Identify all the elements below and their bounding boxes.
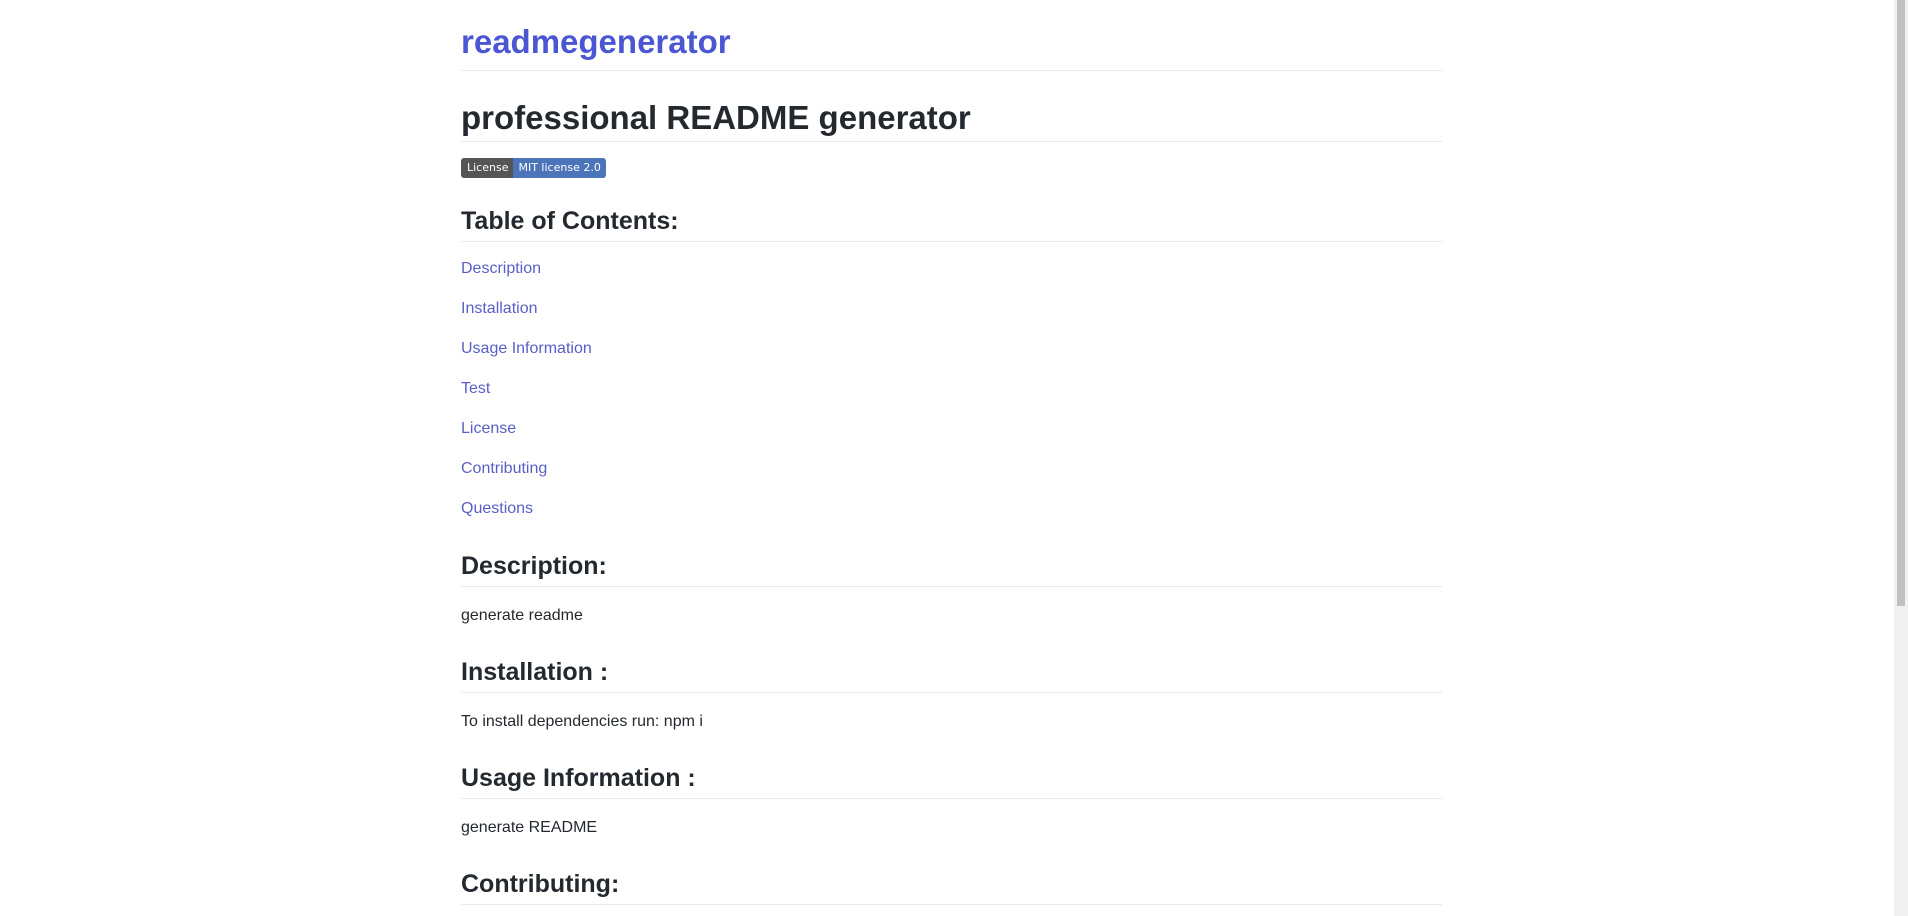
toc-heading: Table of Contents: (461, 205, 1442, 242)
usage-text: generate README (461, 819, 598, 836)
contributing-heading: Contributing: (461, 868, 1442, 905)
toc-item: Installation (461, 295, 1442, 335)
installation-text: To install dependencies run: npm i (461, 713, 703, 730)
usage-heading: Usage Information : (461, 762, 1442, 799)
toc-item: Contributing (461, 455, 1442, 495)
site-header: readmegenerator (461, 0, 1442, 71)
toc-item: Usage Information (461, 335, 1442, 375)
readme-body: professional README generator License MI… (461, 97, 1442, 905)
license-badge-value: MIT license 2.0 (513, 158, 606, 178)
toc-item: Questions (461, 495, 1442, 535)
toc-link-test[interactable]: Test (461, 380, 490, 397)
toc-link-usage-information[interactable]: Usage Information (461, 340, 592, 357)
toc-link-license[interactable]: License (461, 420, 516, 437)
description-text: generate readme (461, 607, 583, 624)
toc-item: Description (461, 255, 1442, 295)
toc-link-contributing[interactable]: Contributing (461, 460, 547, 477)
toc-link-installation[interactable]: Installation (461, 300, 538, 317)
page-title: professional README generator (461, 97, 1442, 142)
license-badge-label: License (461, 158, 514, 178)
toc-item: License (461, 415, 1442, 455)
toc-link-questions[interactable]: Questions (461, 500, 533, 517)
table-of-contents: Description Installation Usage Informati… (461, 255, 1442, 535)
scrollbar-thumb[interactable] (1897, 0, 1905, 606)
installation-heading: Installation : (461, 656, 1442, 693)
vertical-scrollbar[interactable] (1894, 0, 1908, 916)
license-badge: License MIT license 2.0 (461, 158, 606, 178)
site-title-link[interactable]: readmegenerator (461, 0, 1442, 71)
toc-item: Test (461, 375, 1442, 415)
description-heading: Description: (461, 550, 1442, 587)
toc-link-description[interactable]: Description (461, 260, 541, 277)
page-content: readmegenerator professional README gene… (461, 0, 1442, 905)
